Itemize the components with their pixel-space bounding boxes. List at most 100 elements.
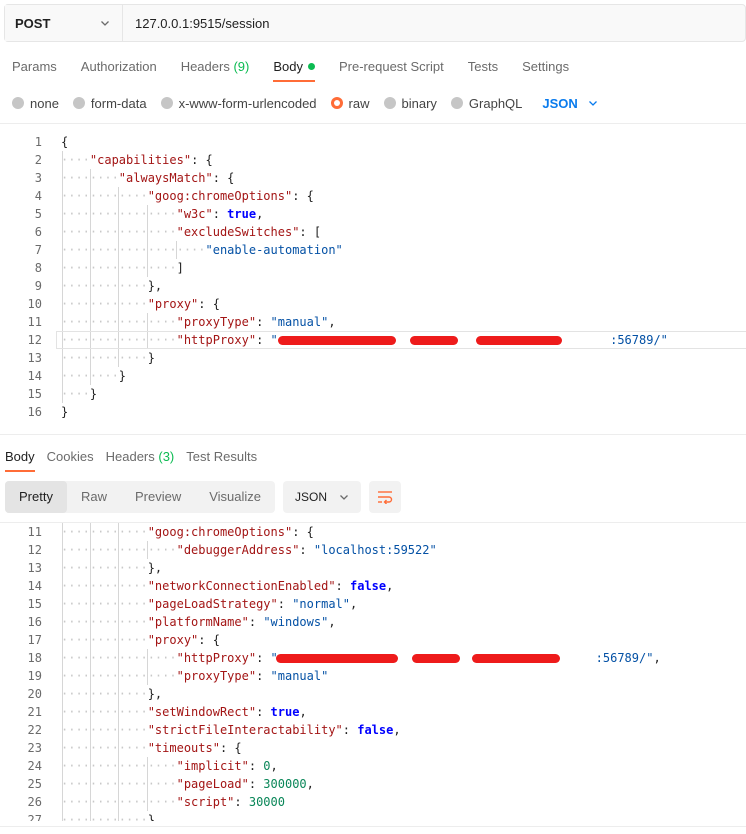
code-line: 11 ············"goog:chromeOptions": { — [0, 523, 746, 541]
whitespace-dots: ················ — [61, 333, 177, 347]
code-token: "setWindowRect" — [147, 705, 257, 719]
request-body-editor[interactable]: 1{2 ····"capabilities": {3 ········"always… — [0, 133, 746, 423]
code-text: ············"timeouts": { — [61, 739, 242, 757]
line-number: 12 — [27, 543, 42, 557]
code-token: , — [328, 615, 336, 629]
response-toolbar: Pretty Raw Preview Visualize JSON — [5, 481, 402, 513]
whitespace-dots: ················ — [61, 759, 177, 773]
code-token: "goog:chromeOptions" — [147, 525, 293, 539]
radio-none-label: none — [30, 95, 59, 111]
code-text: } — [61, 403, 68, 421]
tab-authorization[interactable]: Authorization — [69, 52, 169, 82]
code-text: ············"proxy": { — [61, 631, 220, 649]
tab-pre-request-label: Pre-request Script — [338, 59, 444, 74]
redaction-mark — [472, 654, 560, 663]
radio-checked-icon — [330, 97, 343, 109]
pretty-button[interactable]: Pretty — [5, 481, 67, 513]
code-token: : — [248, 615, 264, 629]
code-line: 21 ············"setWindowRect": true, — [0, 703, 746, 721]
code-token: "proxy" — [147, 297, 199, 311]
whitespace-dots: ············ — [61, 615, 148, 629]
whitespace-dots: ···················· — [61, 243, 206, 257]
radio-raw-label: raw — [348, 95, 370, 111]
radio-binary-label: binary — [401, 95, 437, 111]
line-number: 5 — [34, 207, 42, 221]
code-token: : { — [191, 153, 213, 167]
chevron-down-icon — [101, 21, 109, 26]
radio-none[interactable]: none — [12, 96, 59, 111]
code-token: "debuggerAddress" — [176, 543, 300, 557]
headers-count-badge: (9) — [233, 59, 250, 74]
code-token: : — [277, 597, 293, 611]
line-number: 13 — [27, 351, 42, 365]
line-number: 21 — [27, 705, 42, 719]
radio-form-data[interactable]: form-data — [72, 96, 147, 111]
line-number: 26 — [27, 795, 42, 809]
code-text: ················"proxyType": "manual" — [61, 667, 328, 685]
tab-body[interactable]: Body — [261, 52, 327, 82]
response-format-select[interactable]: JSON — [283, 481, 362, 513]
code-line: 12 ················"debuggerAddress": "lo… — [0, 541, 746, 559]
code-token: "platformName" — [147, 615, 249, 629]
tab-pre-request-script[interactable]: Pre-request Script — [327, 52, 456, 82]
code-token: : — [212, 207, 228, 221]
code-text: ············"proxy": { — [61, 295, 220, 313]
code-token: "httpProxy" — [176, 651, 257, 665]
code-token: 0 — [263, 759, 271, 773]
tab-tests-label: Tests — [467, 59, 499, 74]
radio-urlencoded[interactable]: x-www-form-urlencoded — [160, 96, 317, 111]
preview-button[interactable]: Preview — [121, 481, 195, 513]
code-token: : — [248, 777, 264, 791]
radio-raw[interactable]: raw — [330, 95, 370, 111]
code-line: 13 ············}, — [0, 559, 746, 577]
code-token: : { — [212, 171, 235, 185]
code-line: 22 ············"strictFileInteractability… — [0, 721, 746, 739]
code-line: 20 ············}, — [0, 685, 746, 703]
whitespace-dots: ················ — [61, 225, 177, 239]
line-number: 14 — [27, 369, 42, 383]
radio-binary[interactable]: binary — [383, 95, 437, 111]
code-line: 16} — [0, 403, 746, 421]
raw-button[interactable]: Raw — [67, 481, 121, 513]
code-token: }, — [147, 279, 163, 293]
line-number: 3 — [34, 171, 42, 185]
wrap-lines-button[interactable] — [369, 481, 402, 513]
tab-tests[interactable]: Tests — [456, 52, 510, 82]
code-token: "networkConnectionEnabled" — [147, 579, 336, 593]
radio-graphql[interactable]: GraphQL — [450, 96, 522, 111]
tab-headers-label: Headers — [180, 59, 230, 74]
body-language-label: JSON — [542, 95, 578, 111]
tab-settings-label: Settings — [522, 59, 570, 74]
code-line: 24 ················"implicit": 0, — [0, 757, 746, 775]
visualize-button[interactable]: Visualize — [195, 481, 275, 513]
line-number: 20 — [27, 687, 42, 701]
tab-cookies[interactable]: Cookies — [41, 444, 100, 472]
url-input[interactable] — [123, 5, 745, 41]
line-number: 8 — [34, 261, 42, 275]
whitespace-dots: ············ — [61, 813, 148, 821]
tab-response-headers[interactable]: Headers (3) — [100, 444, 181, 472]
whitespace-dots: ············ — [61, 279, 148, 293]
code-token: "windows" — [263, 615, 329, 629]
response-body-viewer[interactable]: 11 ············"goog:chromeOptions": {12 ·… — [0, 523, 746, 821]
body-language-select[interactable]: JSON — [542, 96, 597, 111]
redaction-mark — [278, 336, 396, 345]
code-line: 9 ············}, — [0, 277, 746, 295]
line-number: 15 — [27, 387, 42, 401]
radio-circle-icon — [12, 97, 24, 109]
code-token: : — [256, 333, 271, 347]
divider — [0, 826, 746, 827]
tab-response-body[interactable]: Body — [0, 444, 41, 472]
tab-test-results[interactable]: Test Results — [180, 444, 263, 472]
method-select[interactable]: POST — [5, 5, 123, 41]
whitespace-dots: ············ — [61, 633, 148, 647]
tab-headers[interactable]: Headers (9) — [169, 52, 262, 82]
tab-settings[interactable]: Settings — [510, 52, 581, 82]
line-number: 24 — [27, 759, 42, 773]
code-line: 26 ················"script": 30000 — [0, 793, 746, 811]
tab-params[interactable]: Params — [0, 52, 69, 82]
code-text: ············} — [61, 349, 155, 367]
view-mode-group: Pretty Raw Preview Visualize — [5, 481, 276, 513]
line-number: 1 — [34, 135, 42, 149]
body-indicator-dot-icon — [307, 63, 315, 70]
